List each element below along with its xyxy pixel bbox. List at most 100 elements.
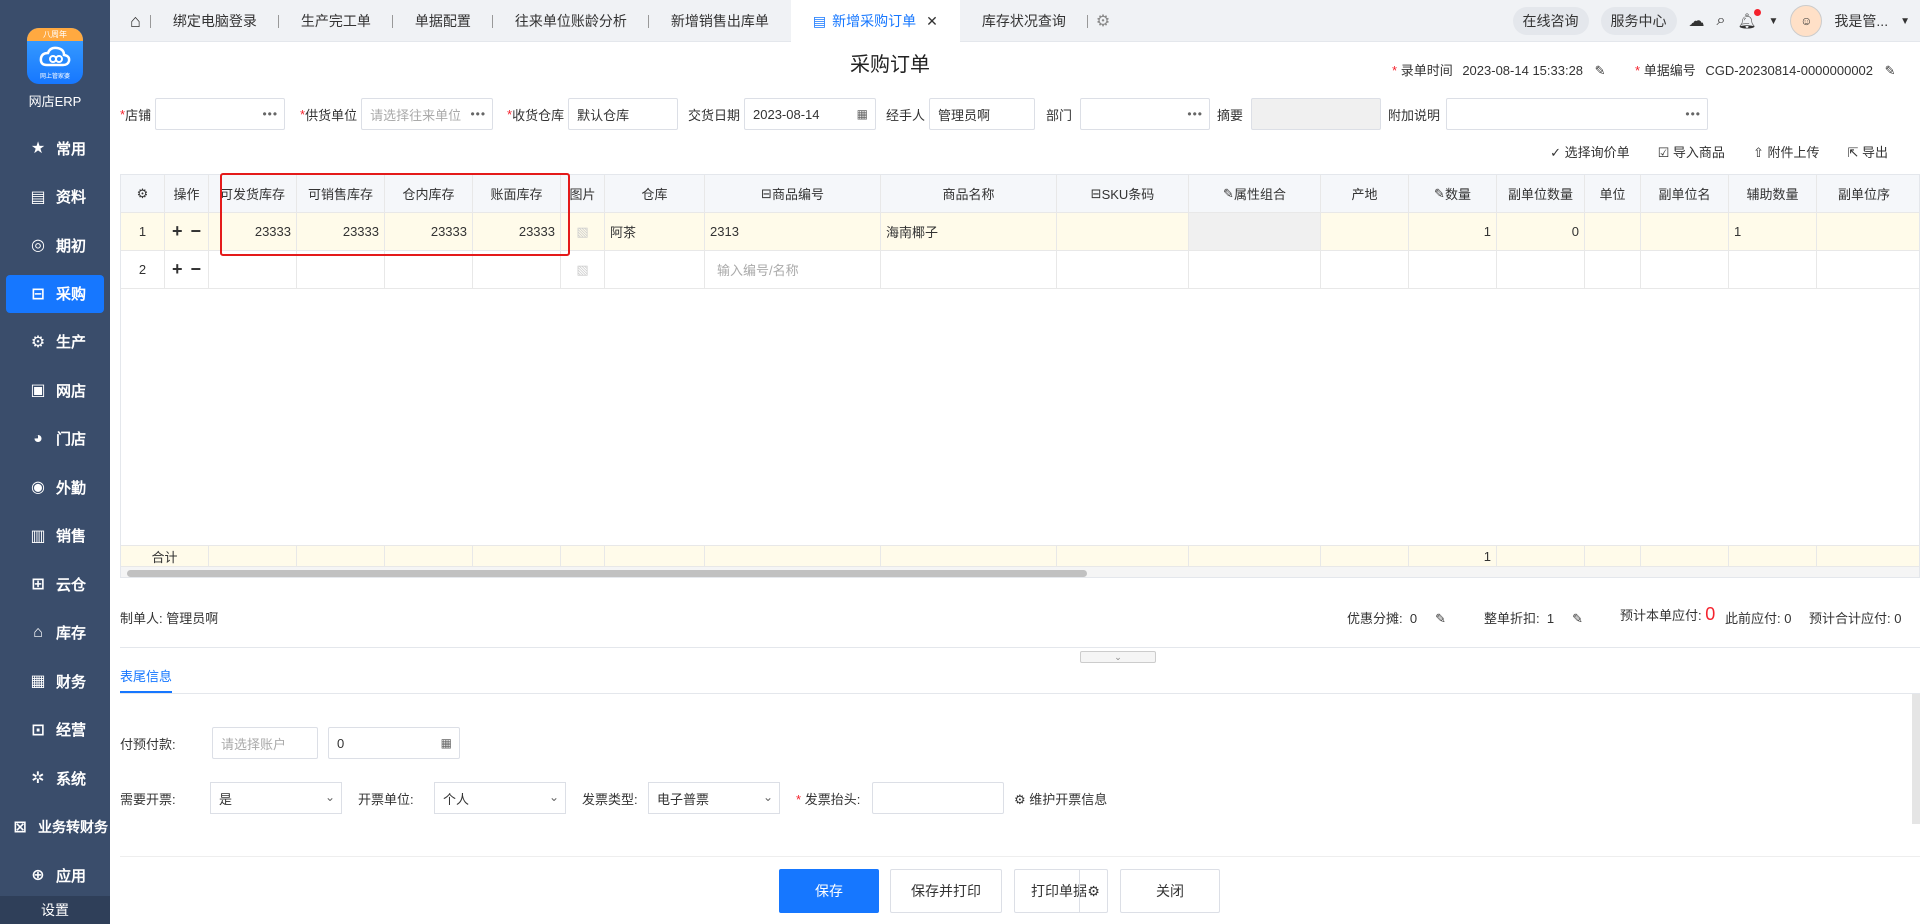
app-logo[interactable]: 八周年 网上管家婆: [27, 28, 83, 84]
warehouse-cell[interactable]: [605, 251, 705, 288]
sidebar-item-cloud-warehouse[interactable]: ⊞ 云仓: [0, 560, 110, 609]
export-button[interactable]: ⇱ 导出: [1847, 142, 1888, 161]
warehouse-cell[interactable]: 阿茶: [605, 213, 705, 250]
tab-settings-icon[interactable]: ⚙: [1088, 0, 1118, 42]
horizontal-scrollbar[interactable]: [121, 567, 1919, 577]
unit-cell[interactable]: [1585, 251, 1641, 288]
prepay-amount-input[interactable]: 0 ▦: [328, 727, 460, 759]
aux-qty-cell[interactable]: 1: [1729, 213, 1817, 250]
sidebar-item-data[interactable]: ▤ 资料: [0, 173, 110, 222]
more-icon[interactable]: •••: [470, 107, 486, 121]
attachment-upload-button[interactable]: ⇧ 附件上传: [1753, 142, 1820, 161]
sub-unit-name-cell[interactable]: [1641, 251, 1729, 288]
edit-icon[interactable]: ✎: [1885, 63, 1896, 78]
invoice-title-input[interactable]: [872, 782, 1004, 814]
sidebar-item-sales[interactable]: ▥ 销售: [0, 512, 110, 561]
department-input[interactable]: •••: [1080, 98, 1211, 130]
close-icon[interactable]: ✕: [926, 13, 938, 30]
delivery-date-input[interactable]: 2023-08-14 ▦: [744, 98, 877, 130]
settings-button[interactable]: 设置: [0, 896, 110, 924]
tab-bind-login[interactable]: 绑定电脑登录: [151, 0, 279, 42]
remove-row-icon[interactable]: −: [191, 259, 202, 280]
add-row-icon[interactable]: +: [172, 221, 183, 242]
tab-sales-outbound[interactable]: 新增销售出库单: [649, 0, 791, 42]
store-input[interactable]: •••: [155, 98, 286, 130]
image-placeholder-icon[interactable]: ▧: [561, 213, 605, 250]
more-icon[interactable]: •••: [262, 107, 278, 121]
sub-qty-cell[interactable]: 0: [1497, 213, 1585, 250]
name-cell[interactable]: [881, 251, 1057, 288]
aux-qty-cell[interactable]: [1729, 251, 1817, 288]
tab-tail-info[interactable]: 表尾信息: [120, 666, 173, 693]
search-icon[interactable]: ⌕: [1717, 12, 1726, 30]
sidebar-item-online-shop[interactable]: ▣ 网店: [0, 366, 110, 415]
invoice-type-select[interactable]: 电子普票 ⌄: [648, 782, 780, 814]
maintain-invoice-link[interactable]: ⚙ 维护开票信息: [1014, 789, 1107, 808]
invoice-need-select[interactable]: 是 ⌄: [210, 782, 342, 814]
service-center-button[interactable]: 服务中心: [1600, 7, 1677, 35]
select-inquiry-button[interactable]: ✓ 选择询价单: [1550, 142, 1630, 161]
edit-icon[interactable]: ✎: [1595, 63, 1606, 78]
avatar[interactable]: ☺: [1790, 5, 1823, 37]
vertical-scrollbar[interactable]: [1912, 694, 1920, 824]
collapse-toggle-icon[interactable]: ⌄: [1080, 651, 1156, 663]
qty-cell[interactable]: [1409, 251, 1497, 288]
chevron-down-icon[interactable]: ▼: [1769, 16, 1779, 27]
supplier-input[interactable]: 请选择往来单位 •••: [361, 98, 494, 130]
sub-unit-order-cell[interactable]: [1817, 213, 1911, 250]
sidebar-item-production[interactable]: ⚙ 生产: [0, 318, 110, 367]
edit-icon[interactable]: ✎: [1572, 611, 1583, 626]
sidebar-item-field[interactable]: ◉ 外勤: [0, 463, 110, 512]
tab-stock-query[interactable]: 库存状况查询: [960, 0, 1088, 42]
sidebar-item-finance[interactable]: ▦ 财务: [0, 657, 110, 706]
tab-aging-analysis[interactable]: 往来单位账龄分析: [493, 0, 649, 42]
tab-doc-config[interactable]: 单据配置: [393, 0, 493, 42]
sidebar-item-purchase[interactable]: ⊟ 采购: [6, 274, 104, 313]
more-icon[interactable]: •••: [1187, 107, 1203, 121]
import-product-button[interactable]: ☑ 导入商品: [1658, 142, 1725, 161]
sub-unit-order-cell[interactable]: [1817, 251, 1911, 288]
column-settings-icon[interactable]: ⚙: [121, 175, 165, 212]
note-input[interactable]: •••: [1446, 98, 1709, 130]
tab-purchase-order[interactable]: ▤ 新增采购订单 ✕: [790, 0, 960, 42]
remove-row-icon[interactable]: −: [191, 221, 202, 242]
unit-cell[interactable]: [1585, 213, 1641, 250]
sidebar-item-store[interactable]: ◕ 门店: [0, 415, 110, 464]
invoice-unit-select[interactable]: 个人 ⌄: [434, 782, 566, 814]
user-name[interactable]: 我是管...: [1834, 11, 1888, 31]
sku-cell[interactable]: [1057, 213, 1189, 250]
sidebar-item-operation[interactable]: ⊡ 经营: [0, 706, 110, 755]
account-select[interactable]: 请选择账户: [212, 727, 318, 759]
origin-cell[interactable]: [1321, 213, 1409, 250]
origin-cell[interactable]: [1321, 251, 1409, 288]
sub-qty-cell[interactable]: [1497, 251, 1585, 288]
save-button[interactable]: 保存: [779, 869, 879, 913]
user-menu-chevron-icon[interactable]: ▼: [1900, 16, 1910, 27]
sidebar-item-inventory[interactable]: ⌂ 库存: [0, 609, 110, 658]
sku-cell[interactable]: [1057, 251, 1189, 288]
sub-unit-name-cell[interactable]: [1641, 213, 1729, 250]
save-print-button[interactable]: 保存并打印: [890, 869, 1002, 913]
cloud-download-icon[interactable]: ☁: [1689, 11, 1705, 31]
edit-icon[interactable]: ✎: [1435, 611, 1446, 626]
calendar-icon[interactable]: ▦: [857, 107, 869, 121]
qty-cell[interactable]: 1: [1409, 213, 1497, 250]
code-input[interactable]: 输入编号/名称: [705, 251, 881, 288]
warehouse-input[interactable]: 默认仓库: [568, 98, 679, 130]
home-icon[interactable]: ⌂: [110, 0, 151, 42]
code-cell[interactable]: 2313: [705, 213, 881, 250]
more-icon[interactable]: •••: [1685, 107, 1701, 121]
calculator-icon[interactable]: ▦: [441, 736, 453, 750]
sidebar-item-apps[interactable]: ⊕ 应用: [0, 851, 110, 900]
name-cell[interactable]: 海南椰子: [881, 213, 1057, 250]
print-settings-icon[interactable]: ⚙: [1079, 870, 1107, 912]
print-button[interactable]: 打印单据 ⚙: [1014, 869, 1108, 913]
add-row-icon[interactable]: +: [172, 259, 183, 280]
summary-input[interactable]: [1251, 98, 1382, 130]
sidebar-item-opening[interactable]: ◎ 期初: [0, 221, 110, 270]
online-consult-button[interactable]: 在线咨询: [1512, 7, 1589, 35]
scrollbar-thumb[interactable]: [127, 570, 1087, 577]
tab-production-complete[interactable]: 生产完工单: [279, 0, 393, 42]
bell-icon[interactable]: 🔔︎: [1737, 9, 1761, 30]
handler-input[interactable]: 管理员啊: [929, 98, 1036, 130]
